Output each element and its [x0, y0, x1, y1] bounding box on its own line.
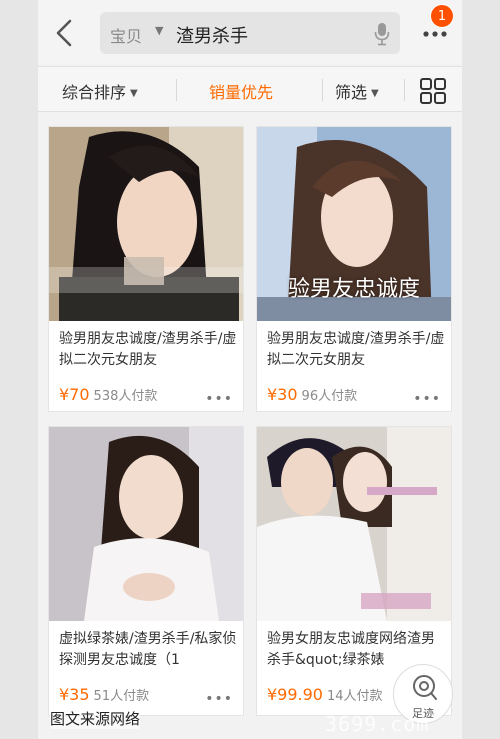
- sold-count: 14人付款: [326, 689, 383, 704]
- sort-comprehensive-label: 综合排序: [62, 83, 127, 102]
- footprint-icon: [413, 675, 437, 700]
- product-photo[interactable]: 验男友忠诚度: [257, 127, 451, 321]
- grid-view-toggle[interactable]: [419, 77, 447, 105]
- sold-count: 96人付款: [301, 389, 358, 404]
- more-options-icon[interactable]: •••: [205, 391, 233, 407]
- product-title[interactable]: 验男朋友忠诚度/渣男杀手/虚拟二次元女朋友: [59, 329, 237, 371]
- product-photo[interactable]: [257, 427, 451, 621]
- sort-bar: 综合排序 ▼ 销量优先 筛选 ▼: [38, 66, 462, 112]
- grid-view-icon: [420, 78, 446, 104]
- product-card[interactable]: 验男朋友忠诚度/渣男杀手/虚拟二次元女朋友 ¥70 538人付款 •••: [48, 126, 244, 412]
- filter-button[interactable]: 筛选 ▼: [335, 79, 379, 103]
- divider: [322, 79, 323, 101]
- product-title[interactable]: 虚拟绿茶婊/渣男杀手/私家侦探测男友忠诚度（1: [59, 629, 237, 671]
- notification-badge: 1: [430, 4, 454, 28]
- product-price: ¥30: [267, 385, 298, 404]
- search-input[interactable]: 渣男杀手: [176, 22, 248, 48]
- sort-sales-label: 销量优先: [209, 83, 274, 102]
- product-price: ¥35: [59, 685, 90, 704]
- product-photo[interactable]: [49, 427, 243, 621]
- screen: 宝贝 ▼ 渣男杀手 1 综合排序 ▼ 销量优先 筛选 ▼ 验男朋友忠诚度/渣男杀…: [38, 0, 462, 739]
- product-price-row: ¥70 538人付款: [59, 385, 157, 404]
- search-scope[interactable]: 宝贝: [110, 23, 142, 47]
- mic-icon[interactable]: [374, 22, 390, 46]
- chevron-left-icon: [56, 19, 72, 47]
- divider: [404, 79, 405, 101]
- sold-count: 51人付款: [93, 689, 150, 704]
- back-button[interactable]: [52, 18, 78, 48]
- product-price: ¥99.90: [267, 685, 323, 704]
- more-options-icon[interactable]: •••: [413, 391, 441, 407]
- product-price: ¥70: [59, 385, 90, 404]
- product-price-row: ¥99.90 14人付款: [267, 685, 383, 704]
- product-title[interactable]: 验男朋友忠诚度/渣男杀手/虚拟二次元女朋友: [267, 329, 445, 371]
- watermark: 3699.com: [325, 712, 430, 736]
- product-price-row: ¥35 51人付款: [59, 685, 149, 704]
- search-bar[interactable]: 宝贝 ▼ 渣男杀手: [100, 12, 400, 54]
- product-photo[interactable]: [49, 127, 243, 321]
- image-source-note: 图文来源网络: [50, 708, 141, 729]
- divider: [176, 79, 177, 101]
- product-card[interactable]: 虚拟绿茶婊/渣男杀手/私家侦探测男友忠诚度（1 ¥35 51人付款 •••: [48, 426, 244, 716]
- product-card[interactable]: 验男友忠诚度 验男朋友忠诚度/渣男杀手/虚拟二次元女朋友 ¥30 96人付款 ••…: [256, 126, 452, 412]
- filter-label: 筛选: [335, 83, 368, 102]
- sort-sales[interactable]: 销量优先: [209, 79, 273, 103]
- top-bar: 宝贝 ▼ 渣男杀手 1: [38, 0, 462, 64]
- sort-comprehensive[interactable]: 综合排序 ▼: [62, 79, 138, 103]
- more-options-icon[interactable]: •••: [205, 691, 233, 707]
- sold-count: 538人付款: [93, 389, 158, 404]
- pixelated-region: [361, 593, 431, 609]
- caret-down-icon: ▼: [155, 24, 164, 37]
- pixelated-region: [124, 257, 164, 285]
- caret-down-icon: ▼: [371, 88, 379, 99]
- caret-down-icon: ▼: [130, 88, 138, 99]
- product-price-row: ¥30 96人付款: [267, 385, 357, 404]
- photo-overlay-text: 验男友忠诚度: [287, 277, 420, 302]
